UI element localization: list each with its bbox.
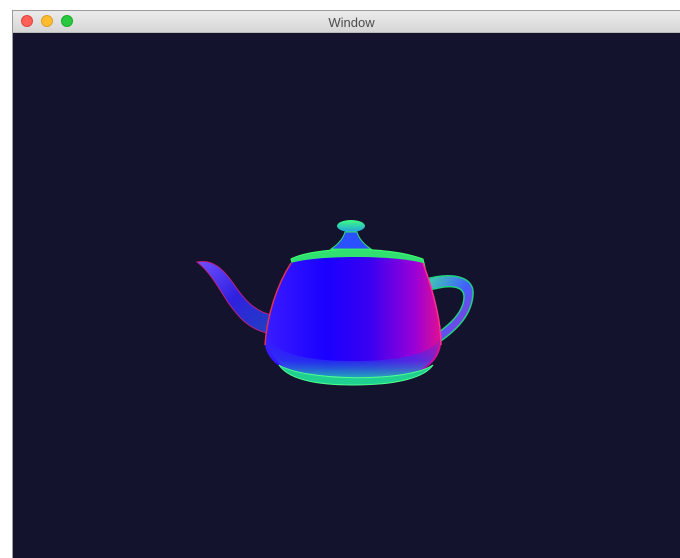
window-title: Window: [328, 15, 375, 30]
render-viewport[interactable]: [13, 33, 680, 558]
title-bar[interactable]: Window: [13, 11, 680, 33]
teapot-render: [195, 220, 474, 386]
teapot-spout: [195, 260, 272, 334]
teapot-knob-stem: [329, 231, 373, 250]
teapot-knob-top: [337, 220, 365, 232]
app-window: Window: [12, 10, 680, 558]
